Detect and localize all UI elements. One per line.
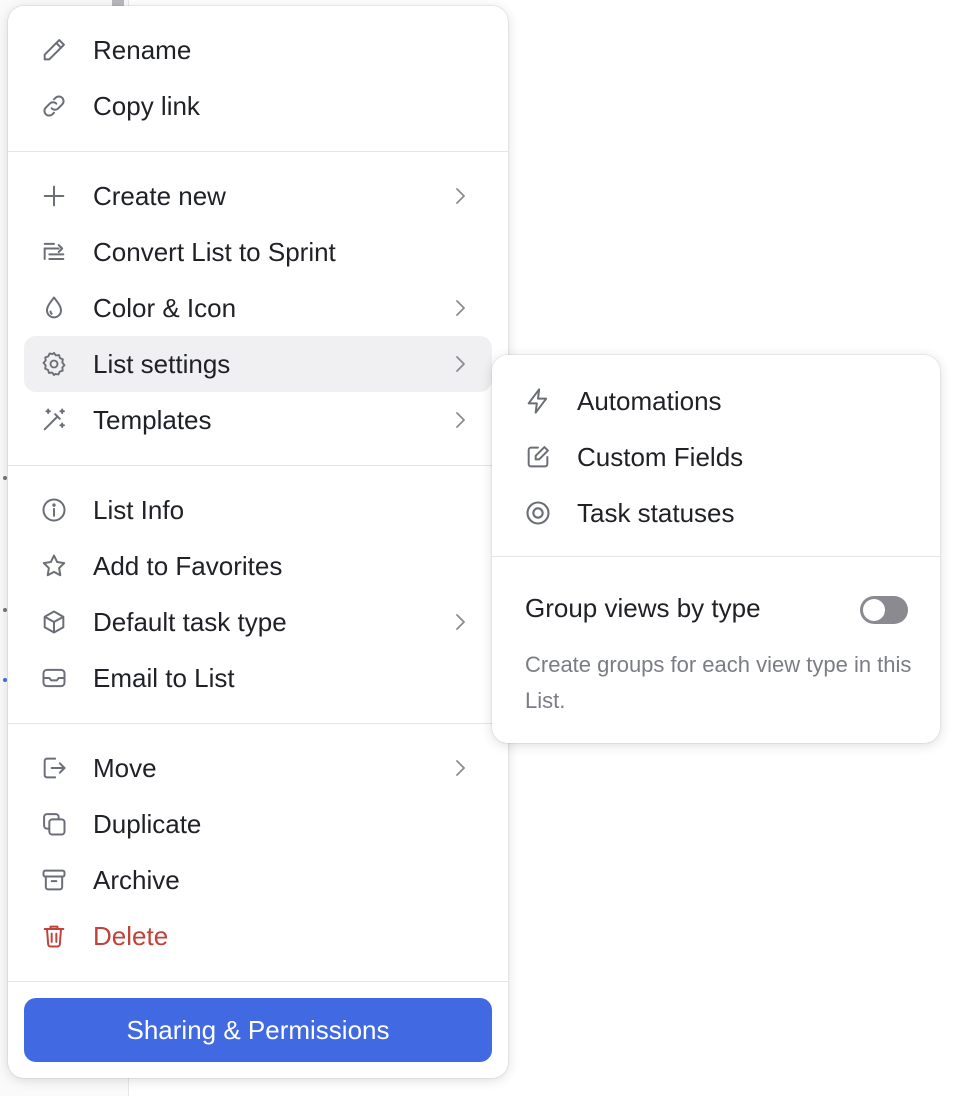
chevron-right-icon [448, 610, 472, 634]
plus-icon [40, 182, 68, 210]
list-settings-submenu: Automations Custom Fields Task statuses … [492, 355, 940, 743]
move-out-icon [40, 754, 68, 782]
menu-item-label: Rename [93, 35, 192, 65]
menu-item-email-to-list[interactable]: Email to List [24, 650, 492, 706]
magic-wand-icon [40, 406, 68, 434]
submenu-item-label: Task statuses [577, 498, 735, 528]
menu-item-convert-to-sprint[interactable]: Convert List to Sprint [24, 224, 492, 280]
menu-item-templates[interactable]: Templates [24, 392, 492, 448]
menu-item-label: Archive [93, 865, 180, 895]
group-views-toggle-label: Group views by type [525, 593, 761, 623]
menu-item-label: Move [93, 753, 157, 783]
chevron-right-icon [448, 184, 472, 208]
chevron-right-icon [448, 296, 472, 320]
menu-divider [8, 151, 508, 152]
menu-item-create-new[interactable]: Create new [24, 168, 492, 224]
background-dot [3, 476, 7, 480]
menu-divider [8, 465, 508, 466]
menu-divider [8, 723, 508, 724]
menu-item-label: Color & Icon [93, 293, 237, 323]
menu-item-label: Email to List [93, 663, 235, 693]
menu-divider [8, 981, 508, 982]
menu-item-label: Duplicate [93, 809, 202, 839]
info-icon [40, 496, 68, 524]
group-views-description: Create groups for each view type in this… [525, 652, 912, 713]
submenu-item-custom-fields[interactable]: Custom Fields [508, 429, 924, 485]
edit-box-icon [524, 443, 552, 471]
menu-item-move[interactable]: Move [24, 740, 492, 796]
menu-item-label: Copy link [93, 91, 200, 121]
menu-item-duplicate[interactable]: Duplicate [24, 796, 492, 852]
menu-item-archive[interactable]: Archive [24, 852, 492, 908]
pencil-icon [40, 36, 68, 64]
sharing-permissions-button[interactable]: Sharing & Permissions [24, 998, 492, 1062]
trash-icon [40, 922, 68, 950]
gear-icon [40, 350, 68, 378]
archive-icon [40, 866, 68, 894]
menu-item-label: Default task type [93, 607, 287, 637]
menu-item-rename[interactable]: Rename [24, 22, 492, 78]
submenu-item-label: Custom Fields [577, 442, 744, 472]
menu-item-label: Delete [93, 921, 169, 951]
menu-item-copy-link[interactable]: Copy link [24, 78, 492, 134]
mail-icon [40, 664, 68, 692]
submenu-divider [492, 556, 940, 557]
cube-icon [40, 608, 68, 636]
chevron-right-icon [448, 408, 472, 432]
menu-item-label: Add to Favorites [93, 551, 283, 581]
star-icon [40, 552, 68, 580]
link-icon [40, 92, 68, 120]
menu-item-label: List settings [93, 349, 231, 379]
sprint-icon [40, 238, 68, 266]
droplet-icon [40, 294, 68, 322]
toggle-knob [863, 599, 885, 621]
submenu-item-automations[interactable]: Automations [508, 373, 924, 429]
target-icon [524, 499, 552, 527]
menu-item-label: List Info [93, 495, 185, 525]
menu-item-delete[interactable]: Delete [24, 908, 492, 964]
menu-item-label: Create new [93, 181, 226, 211]
menu-item-list-info[interactable]: List Info [24, 482, 492, 538]
submenu-item-task-statuses[interactable]: Task statuses [508, 485, 924, 541]
lightning-icon [524, 387, 552, 415]
menu-item-label: Convert List to Sprint [93, 237, 336, 267]
submenu-item-label: Automations [577, 386, 722, 416]
list-context-menu: Rename Copy link Create new Convert List… [8, 6, 508, 1078]
group-views-toggle[interactable] [860, 596, 908, 624]
menu-item-add-to-favorites[interactable]: Add to Favorites [24, 538, 492, 594]
menu-item-label: Templates [93, 405, 212, 435]
menu-item-default-task-type[interactable]: Default task type [24, 594, 492, 650]
chevron-right-icon [448, 352, 472, 376]
menu-item-color-icon[interactable]: Color & Icon [24, 280, 492, 336]
duplicate-icon [40, 810, 68, 838]
menu-item-list-settings[interactable]: List settings [24, 336, 492, 392]
chevron-right-icon [448, 756, 472, 780]
background-dot [3, 608, 7, 612]
background-dot [3, 678, 7, 682]
